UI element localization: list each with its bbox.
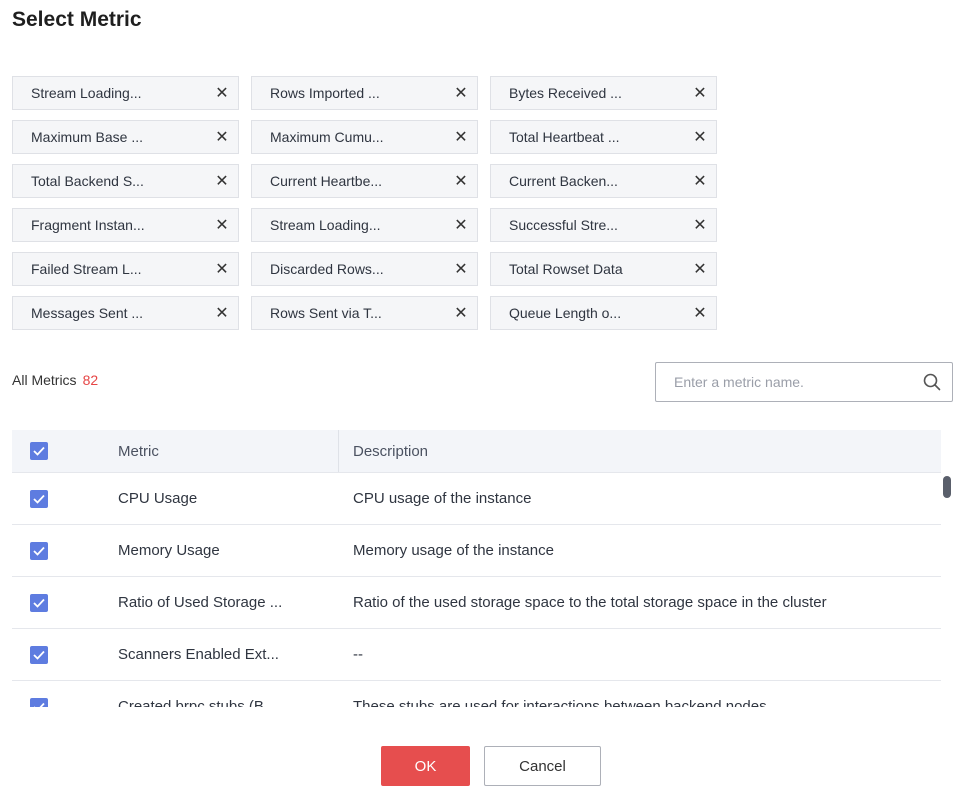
all-metrics-count: 82 <box>82 372 99 388</box>
chip-label: Maximum Base ... <box>31 129 144 145</box>
metric-description: -- <box>353 646 363 663</box>
selected-metric-chip: Total Rowset Data ✕ <box>490 252 717 286</box>
chip-label: Bytes Received ... <box>509 85 622 101</box>
remove-chip-icon[interactable]: ✕ <box>453 215 469 235</box>
chip-label: Rows Imported ... <box>270 85 380 101</box>
chip-label: Stream Loading... <box>270 217 381 233</box>
selected-metric-chip: Successful Stre... ✕ <box>490 208 717 242</box>
metric-name: Ratio of Used Storage ... <box>118 594 283 611</box>
selected-metric-chip: Rows Imported ... ✕ <box>251 76 478 110</box>
metric-search-input[interactable] <box>672 373 912 391</box>
table-row[interactable]: Ratio of Used Storage ... Ratio of the u… <box>12 577 941 629</box>
selected-metric-chip: Fragment Instan... ✕ <box>12 208 239 242</box>
chip-label: Queue Length o... <box>509 305 622 321</box>
selected-metric-chip: Stream Loading... ✕ <box>12 76 239 110</box>
metric-search-box <box>655 362 953 402</box>
remove-chip-icon[interactable]: ✕ <box>214 83 230 103</box>
chip-label: Total Heartbeat ... <box>509 129 620 145</box>
remove-chip-icon[interactable]: ✕ <box>692 171 708 191</box>
chip-label: Successful Stre... <box>509 217 618 233</box>
selected-metric-chip: Queue Length o... ✕ <box>490 296 717 330</box>
selected-metric-chip: Failed Stream L... ✕ <box>12 252 239 286</box>
selected-metric-chip: Discarded Rows... ✕ <box>251 252 478 286</box>
select-all-checkbox[interactable] <box>30 442 48 460</box>
remove-chip-icon[interactable]: ✕ <box>453 259 469 279</box>
metric-name: Created brpc stubs (B... <box>118 698 277 707</box>
row-checkbox[interactable] <box>30 645 48 664</box>
metric-description: CPU usage of the instance <box>353 490 532 507</box>
remove-chip-icon[interactable]: ✕ <box>692 259 708 279</box>
chip-label: Discarded Rows... <box>270 261 384 277</box>
remove-chip-icon[interactable]: ✕ <box>692 83 708 103</box>
row-checkbox[interactable] <box>30 593 48 612</box>
metric-name: CPU Usage <box>118 490 198 507</box>
column-header-metric: Metric <box>104 430 339 472</box>
selected-metric-chip: Total Heartbeat ... ✕ <box>490 120 717 154</box>
metric-description: Ratio of the used storage space to the t… <box>353 594 827 611</box>
remove-chip-icon[interactable]: ✕ <box>453 303 469 323</box>
cancel-button[interactable]: Cancel <box>484 746 601 786</box>
remove-chip-icon[interactable]: ✕ <box>453 171 469 191</box>
selected-metrics-list: Stream Loading... ✕ Rows Imported ... ✕ By… <box>12 76 953 346</box>
metrics-table: Metric Description CPU Usage CPU usage o… <box>12 430 941 707</box>
remove-chip-icon[interactable]: ✕ <box>214 259 230 279</box>
column-header-description: Description <box>353 442 429 460</box>
selected-metric-chip: Maximum Cumu... ✕ <box>251 120 478 154</box>
metric-description: Memory usage of the instance <box>353 542 554 559</box>
remove-chip-icon[interactable]: ✕ <box>453 127 469 147</box>
remove-chip-icon[interactable]: ✕ <box>692 303 708 323</box>
remove-chip-icon[interactable]: ✕ <box>214 215 230 235</box>
chip-label: Fragment Instan... <box>31 217 145 233</box>
table-header: Metric Description <box>12 430 941 473</box>
remove-chip-icon[interactable]: ✕ <box>214 171 230 191</box>
chip-label: Failed Stream L... <box>31 261 142 277</box>
row-checkbox[interactable] <box>30 541 48 560</box>
selected-metric-chip: Current Backen... ✕ <box>490 164 717 198</box>
metric-name: Memory Usage <box>118 542 220 559</box>
remove-chip-icon[interactable]: ✕ <box>692 215 708 235</box>
selected-metric-chip: Stream Loading... ✕ <box>251 208 478 242</box>
chip-label: Messages Sent ... <box>31 305 144 321</box>
selected-metric-chip: Rows Sent via T... ✕ <box>251 296 478 330</box>
table-row[interactable]: CPU Usage CPU usage of the instance <box>12 473 941 525</box>
chip-label: Total Rowset Data <box>509 261 623 277</box>
table-scrollbar[interactable] <box>943 476 951 498</box>
dialog-title: Select Metric <box>12 8 142 31</box>
table-row[interactable]: Created brpc stubs (B... These stubs are… <box>12 681 941 707</box>
table-row[interactable]: Scanners Enabled Ext... -- <box>12 629 941 681</box>
remove-chip-icon[interactable]: ✕ <box>214 303 230 323</box>
chip-label: Stream Loading... <box>31 85 142 101</box>
remove-chip-icon[interactable]: ✕ <box>453 83 469 103</box>
chip-label: Maximum Cumu... <box>270 129 384 145</box>
chip-label: Current Heartbe... <box>270 173 383 189</box>
selected-metric-chip: Current Heartbe... ✕ <box>251 164 478 198</box>
remove-chip-icon[interactable]: ✕ <box>214 127 230 147</box>
search-icon[interactable] <box>912 363 952 401</box>
ok-button[interactable]: OK <box>381 746 470 786</box>
remove-chip-icon[interactable]: ✕ <box>692 127 708 147</box>
chip-label: Rows Sent via T... <box>270 305 382 321</box>
selected-metric-chip: Maximum Base ... ✕ <box>12 120 239 154</box>
all-metrics-summary: All Metrics 82 <box>12 372 98 388</box>
chip-label: Total Backend S... <box>31 173 144 189</box>
metric-name: Scanners Enabled Ext... <box>118 646 279 663</box>
metric-description: These stubs are used for interactions be… <box>353 698 767 707</box>
selected-metric-chip: Bytes Received ... ✕ <box>490 76 717 110</box>
row-checkbox[interactable] <box>30 489 48 508</box>
chip-label: Current Backen... <box>509 173 618 189</box>
selected-metric-chip: Messages Sent ... ✕ <box>12 296 239 330</box>
table-row[interactable]: Memory Usage Memory usage of the instanc… <box>12 525 941 577</box>
all-metrics-label: All Metrics <box>12 372 77 388</box>
row-checkbox[interactable] <box>30 697 48 707</box>
selected-metric-chip: Total Backend S... ✕ <box>12 164 239 198</box>
